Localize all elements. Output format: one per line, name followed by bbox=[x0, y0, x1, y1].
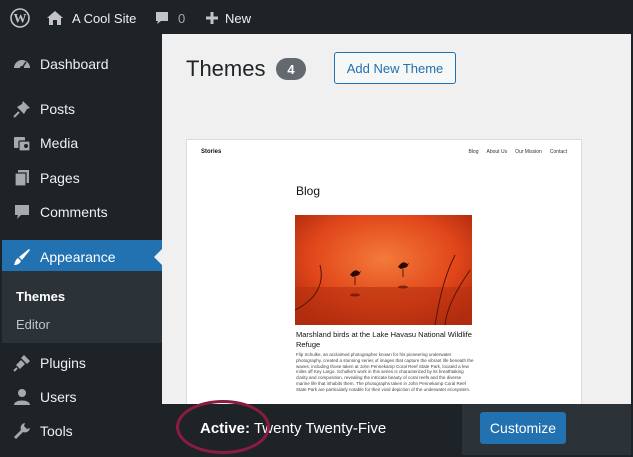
add-new-theme-button[interactable]: Add New Theme bbox=[334, 52, 456, 84]
sidebar-item-plugins[interactable]: Plugins bbox=[2, 346, 162, 380]
svg-text:W: W bbox=[14, 11, 27, 26]
sidebar-item-pages[interactable]: Pages bbox=[2, 161, 162, 195]
screenshot-nav-item: About Us bbox=[486, 149, 508, 155]
sidebar-item-label: Dashboard bbox=[40, 56, 109, 72]
active-prefix: Active: bbox=[200, 420, 251, 437]
themes-page: Themes 4 Add New Theme Stories Blog Abou… bbox=[162, 34, 631, 455]
admin-sidebar: Dashboard Posts Media Pages Comments App… bbox=[2, 34, 162, 455]
plus-icon bbox=[205, 11, 219, 25]
sidebar-item-users[interactable]: Users bbox=[2, 380, 162, 414]
active-theme-name: Twenty Twenty-Five bbox=[253, 420, 387, 437]
wp-admin-window: W A Cool Site 0 New Dashboard Posts Medi… bbox=[2, 2, 631, 455]
pages-icon bbox=[12, 168, 32, 188]
sidebar-item-label: Comments bbox=[40, 204, 108, 220]
submenu-item-themes[interactable]: Themes bbox=[16, 289, 65, 304]
appearance-submenu: Themes Editor bbox=[2, 271, 162, 343]
new-label: New bbox=[225, 10, 252, 26]
theme-actions: Customize bbox=[462, 404, 631, 455]
screenshot-featured-image bbox=[295, 215, 472, 325]
sidebar-item-label: Tools bbox=[40, 423, 73, 439]
screenshot-post-excerpt: Flip Schulke, an acclaimed photographer … bbox=[296, 352, 474, 392]
wordpress-logo-icon: W bbox=[10, 8, 30, 28]
dashboard-icon bbox=[12, 54, 32, 74]
site-name-link[interactable]: A Cool Site bbox=[46, 2, 136, 34]
screenshot-nav-item: Contact bbox=[549, 149, 567, 155]
comment-bubble-icon bbox=[154, 10, 170, 26]
sidebar-item-label: Media bbox=[40, 135, 79, 151]
screenshot-nav: Blog About Us Our Mission Contact bbox=[468, 149, 567, 155]
media-icon bbox=[12, 133, 32, 153]
sidebar-item-posts[interactable]: Posts bbox=[2, 92, 162, 126]
admin-bar: W A Cool Site 0 New bbox=[2, 2, 631, 34]
theme-count-badge: 4 bbox=[276, 58, 306, 80]
sidebar-item-label: Users bbox=[40, 389, 77, 405]
sidebar-item-appearance[interactable]: Appearance bbox=[2, 240, 162, 274]
pin-icon bbox=[12, 99, 32, 119]
sidebar-item-label: Appearance bbox=[40, 249, 116, 265]
active-theme-label: Active: Twenty Twenty-Five bbox=[200, 420, 386, 437]
screenshot-heading: Blog bbox=[296, 184, 321, 198]
wrench-icon bbox=[12, 421, 32, 441]
sidebar-item-label: Pages bbox=[40, 170, 80, 186]
user-icon bbox=[12, 387, 32, 407]
screenshot-nav-item: Our Mission bbox=[515, 149, 542, 155]
brush-icon bbox=[12, 247, 32, 267]
sidebar-item-comments[interactable]: Comments bbox=[2, 195, 162, 229]
home-icon bbox=[46, 9, 64, 27]
screenshot-nav-item: Blog bbox=[468, 149, 479, 155]
wordpress-menu[interactable]: W bbox=[10, 2, 30, 34]
sidebar-item-dashboard[interactable]: Dashboard bbox=[2, 47, 162, 81]
page-title: Themes bbox=[186, 56, 266, 81]
submenu-item-editor[interactable]: Editor bbox=[16, 317, 50, 332]
plug-icon bbox=[12, 353, 32, 373]
screenshot-post-title: Marshland birds at the Lake Havasu Natio… bbox=[296, 330, 472, 349]
comments-link[interactable]: 0 bbox=[154, 2, 185, 34]
new-content-menu[interactable]: New bbox=[205, 2, 251, 34]
comments-count: 0 bbox=[178, 10, 186, 26]
sidebar-item-tools[interactable]: Tools bbox=[2, 414, 162, 448]
sidebar-item-label: Plugins bbox=[40, 355, 86, 371]
sidebar-item-label: Posts bbox=[40, 101, 76, 117]
active-theme-bar: Active: Twenty Twenty-Five Customize bbox=[162, 404, 631, 455]
customize-button[interactable]: Customize bbox=[480, 412, 566, 444]
site-name-label: A Cool Site bbox=[72, 10, 137, 26]
current-indicator-arrow bbox=[154, 249, 162, 265]
comment-icon bbox=[12, 202, 32, 222]
screenshot-site-brand: Stories bbox=[201, 149, 222, 155]
sidebar-item-media[interactable]: Media bbox=[2, 126, 162, 160]
